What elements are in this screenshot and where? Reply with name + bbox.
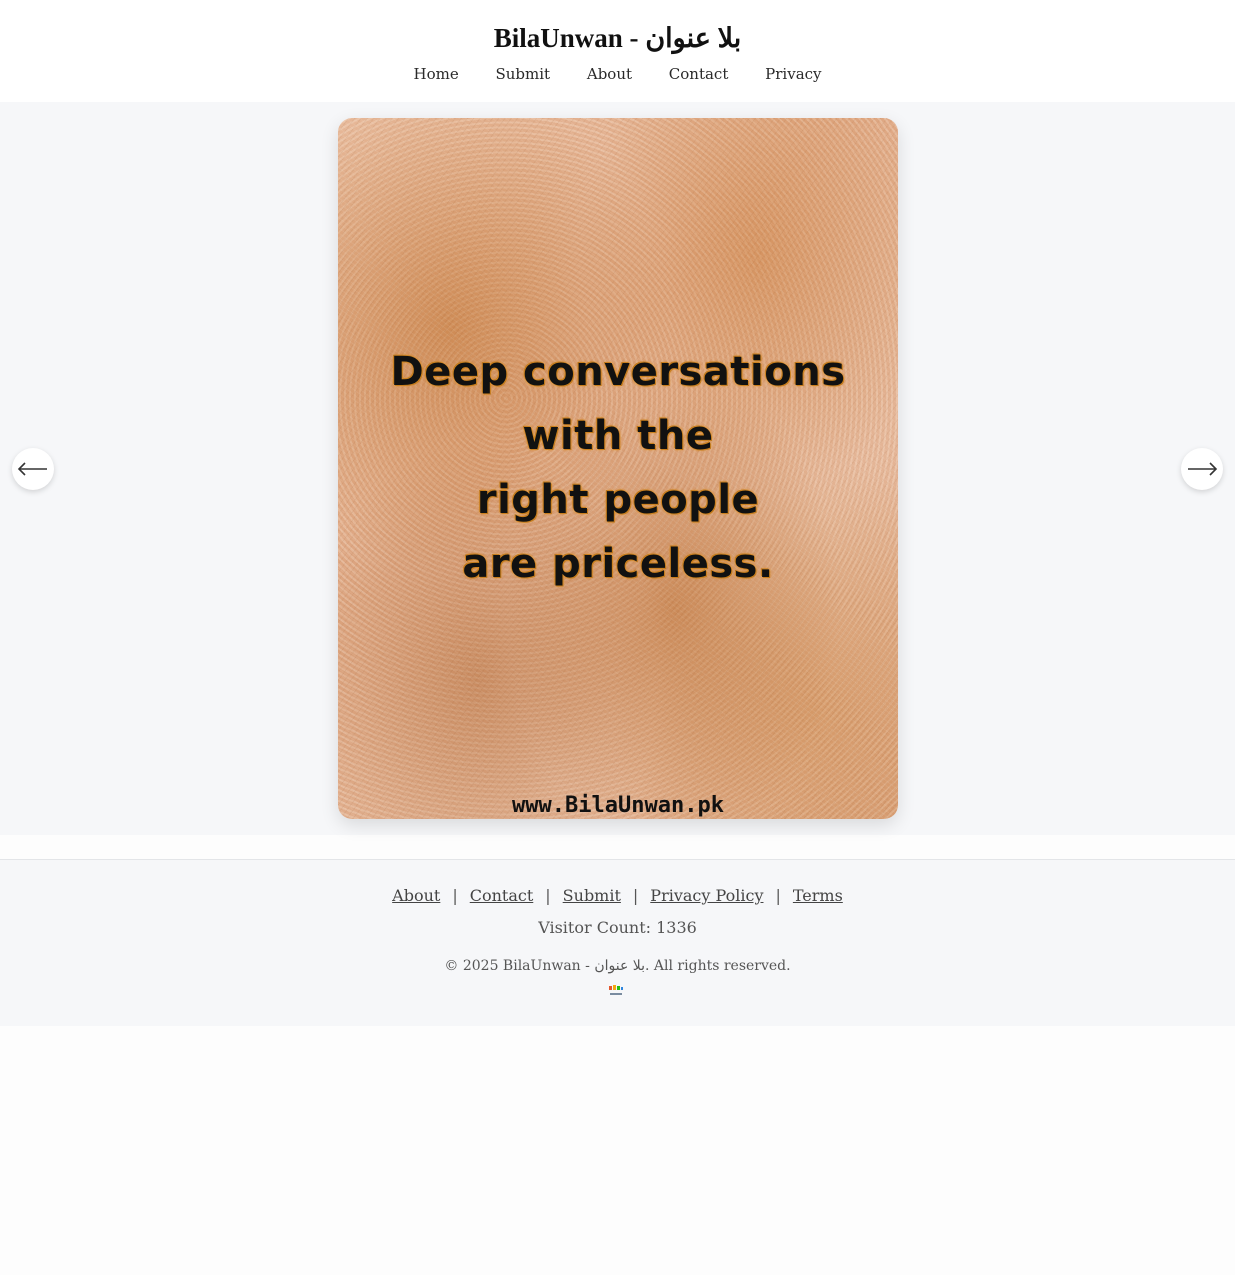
footer-link-terms[interactable]: Terms [793, 886, 843, 905]
site-header: BilaUnwan - بلا عنوان Home Submit About … [0, 0, 1235, 102]
footer-link-about[interactable]: About [392, 886, 440, 905]
nav-contact[interactable]: Contact [669, 62, 729, 86]
visitor-count: Visitor Count: 1336 [538, 918, 697, 937]
carousel: Deep conversations with the right people… [0, 102, 1235, 835]
footer-separator: | [632, 886, 639, 905]
site-footer: About | Contact | Submit | Privacy Policy | Term… [0, 859, 1235, 1026]
copyright-text: © 2025 BilaUnwan - بلا عنوان. All rights… [444, 958, 791, 974]
arrow-left-icon [17, 462, 47, 476]
nav-home[interactable]: Home [413, 62, 458, 86]
footer-separator: | [775, 886, 781, 905]
footer-separator: | [452, 886, 458, 905]
footer-link-submit[interactable]: Submit [563, 886, 621, 905]
nav-about[interactable]: About [587, 62, 632, 86]
quote-text: Deep conversations with the right people… [338, 340, 898, 596]
quote-image[interactable]: Deep conversations with the right people… [338, 118, 898, 819]
site-title[interactable]: BilaUnwan - بلا عنوان [0, 20, 1235, 56]
carousel-prev-button[interactable] [12, 448, 54, 490]
quote-line: Deep conversations [390, 349, 846, 395]
main-nav: Home Submit About Contact Privacy [0, 62, 1235, 86]
image-watermark: www.BilaUnwan.pk [512, 793, 724, 818]
quote-line: right people [476, 477, 760, 523]
footer-link-privacy-policy[interactable]: Privacy Policy [650, 886, 763, 905]
nav-privacy[interactable]: Privacy [765, 62, 821, 86]
footer-links: About | Contact | Submit | Privacy Policy | Term… [0, 886, 1235, 906]
footer-separator: | [545, 886, 551, 905]
quote-line: with the [522, 413, 714, 459]
carousel-next-button[interactable] [1181, 448, 1223, 490]
quote-line: are priceless. [462, 541, 774, 587]
nav-submit[interactable]: Submit [495, 62, 550, 86]
arrow-right-icon [1188, 462, 1218, 476]
site-logo-icon[interactable] [607, 984, 625, 998]
footer-link-contact[interactable]: Contact [470, 886, 534, 905]
